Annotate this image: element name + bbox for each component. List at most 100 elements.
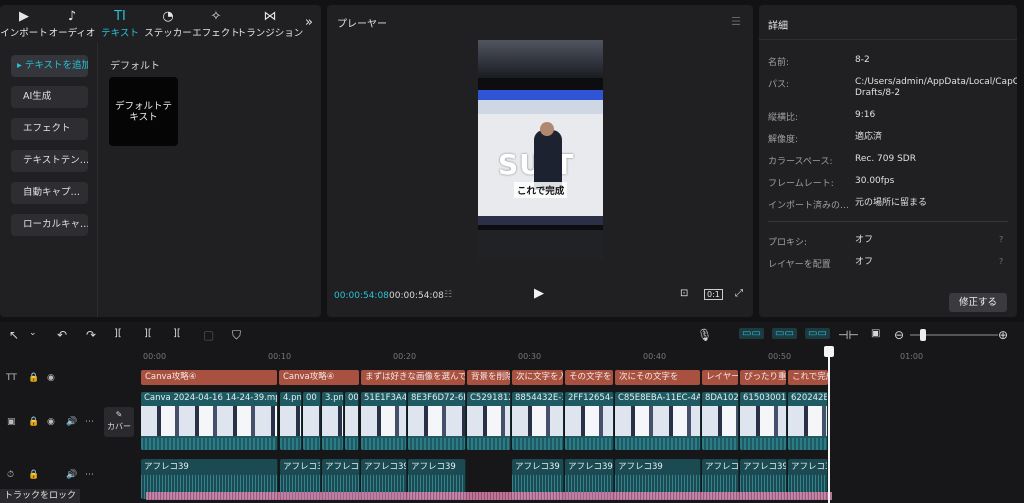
playhead-handle[interactable] — [824, 346, 834, 357]
redo-icon[interactable]: ↷ — [86, 328, 96, 342]
video-clip[interactable]: C5291812- — [467, 392, 511, 450]
eye-icon[interactable]: ◉ — [47, 417, 55, 427]
delete-icon[interactable]: ▢ — [203, 328, 214, 342]
side-item-text-template[interactable]: テキストテン… — [11, 150, 88, 172]
play-button[interactable]: ▶ — [534, 286, 544, 301]
side-item-auto-caption[interactable]: 自動キャプ… — [11, 182, 88, 204]
split-icon[interactable]: ][ — [114, 328, 122, 339]
video-clip[interactable]: C85E8EBA-11EC-4A2 — [615, 392, 701, 450]
text-clip[interactable]: まずは好きな画像を選んで — [361, 370, 465, 385]
link-icon[interactable]: ▭▭ — [772, 328, 797, 339]
text-clip[interactable]: その文字を — [565, 370, 613, 385]
text-clip[interactable]: これで完成 — [788, 370, 828, 385]
clip-wave — [361, 438, 406, 450]
tab-import[interactable]: ▶ インポート — [0, 5, 48, 41]
default-text-card[interactable]: デフォルトテキスト — [109, 77, 178, 146]
video-clip[interactable]: 2FF12654-B — [565, 392, 614, 450]
video-clip[interactable]: 61503001- — [740, 392, 787, 450]
video-clip[interactable]: 51E1F3A4 — [361, 392, 407, 450]
proxy-value[interactable]: オフ — [855, 235, 1005, 246]
undo-icon[interactable]: ↶ — [57, 328, 67, 342]
split-right-icon[interactable]: ][ — [173, 328, 181, 339]
split-axis-icon[interactable]: ⊣⊢ — [838, 328, 859, 342]
screen-bar — [478, 90, 603, 100]
mic-icon[interactable]: 🎙 — [697, 328, 712, 342]
clip-thumbs — [565, 406, 613, 436]
clip-label: 3.png — [325, 393, 344, 403]
video-caption: これで完成 — [514, 182, 568, 198]
fullscreen-icon[interactable]: ⤢ — [735, 288, 743, 299]
eye-icon[interactable]: ◉ — [47, 373, 55, 383]
video-clip[interactable]: 8854432E-1( — [512, 392, 564, 450]
player-title: プレーヤー — [337, 19, 387, 30]
video-clip[interactable]: 4.png — [280, 392, 302, 450]
modify-button[interactable]: 修正する — [949, 293, 1007, 312]
music-waveform[interactable] — [146, 492, 832, 500]
marker-icon[interactable]: ⛉ — [232, 328, 241, 343]
tab-effect[interactable]: ✧ エフェクト — [192, 5, 240, 41]
detail-label: フレームレート: — [768, 179, 834, 189]
zoom-out-icon[interactable]: ⊖ — [894, 328, 904, 342]
cover-label: カバー — [107, 422, 131, 431]
lock-icon[interactable]: 🔒 — [28, 373, 39, 383]
side-item-local-caption[interactable]: ローカルキャ… — [11, 214, 88, 236]
volume-icon[interactable]: 🔊 — [66, 417, 77, 427]
video-clip[interactable]: 00 — [345, 392, 359, 450]
volume-icon[interactable]: 🔊 — [66, 470, 77, 480]
side-item-add-text[interactable]: ▸ テキストを追加 — [11, 55, 88, 77]
preview-axis-icon[interactable]: ▭▭ — [805, 328, 830, 339]
text-clip[interactable]: 次にその文字を — [615, 370, 700, 385]
more-icon[interactable]: ⋯ — [85, 417, 94, 427]
clip-wave — [565, 438, 613, 450]
video-clip[interactable]: 620242B0 — [788, 392, 828, 450]
chevron-down-icon[interactable]: ⌄ — [29, 328, 37, 338]
lock-icon[interactable]: 🔒 — [28, 470, 39, 480]
playhead[interactable] — [828, 348, 830, 503]
tab-sticker[interactable]: ◔ ステッカー — [144, 5, 192, 41]
lock-icon[interactable]: 🔒 — [28, 417, 39, 427]
clip-thumbs — [615, 406, 700, 436]
text-clip[interactable]: Canva攻略④ — [141, 370, 277, 385]
layer-value[interactable]: オフ — [855, 257, 1005, 268]
split-left-icon[interactable]: ][ — [144, 328, 152, 339]
tab-transition[interactable]: ⋈ トランジション — [237, 5, 304, 41]
more-tabs-icon[interactable]: » — [305, 15, 313, 30]
detail-value: 30.00fps — [855, 176, 895, 186]
tab-text[interactable]: TI テキスト — [96, 5, 144, 41]
clip-label: 2FF12654-B — [568, 393, 614, 403]
timeline-mini-icon[interactable]: ☷ — [444, 290, 452, 300]
video-clip[interactable]: 3.png — [322, 392, 344, 450]
text-clip[interactable]: 次に文字を入 — [512, 370, 563, 385]
text-clip[interactable]: レイヤー — [702, 370, 738, 385]
video-clip[interactable]: 8E3F6D72-6D — [408, 392, 466, 450]
text-clip[interactable]: Canva攻略④ — [279, 370, 359, 385]
cover-button[interactable]: ✎ カバー — [104, 407, 134, 437]
text-clip[interactable]: 背景を削除 — [467, 370, 510, 385]
help-icon[interactable]: ? — [999, 235, 1003, 244]
ratio-button[interactable]: 0:1 — [704, 289, 723, 300]
detail-label: カラースペース: — [768, 157, 833, 167]
side-item-effect[interactable]: エフェクト — [11, 118, 88, 140]
text-clip[interactable]: ぴったり重 — [740, 370, 786, 385]
fit-view-icon[interactable]: ⊡ — [680, 288, 688, 299]
zoom-in-icon[interactable]: ⊕ — [998, 328, 1008, 342]
clip-thumbs — [740, 406, 786, 436]
video-clip[interactable]: Canva 2024-04-16 14-24-39.mp4 — [141, 392, 278, 450]
side-item-ai-generate[interactable]: AI生成 — [11, 86, 88, 108]
clip-label: アフレコ39 — [791, 462, 827, 472]
detail-label: 縦横比: — [768, 113, 799, 123]
caret-right-icon: ▸ — [17, 60, 22, 71]
select-tool-icon[interactable]: ↖ — [9, 328, 19, 342]
menu-icon[interactable]: ☰ — [731, 15, 741, 28]
ruler-tick: 00:20 — [393, 352, 417, 361]
video-clip[interactable]: 00 — [303, 392, 321, 450]
more-icon[interactable]: ⋯ — [85, 470, 94, 480]
tab-label: トランジション — [236, 28, 304, 39]
zoom-slider-handle[interactable] — [920, 329, 926, 341]
time-ruler[interactable]: 00:00 00:10 00:20 00:30 00:40 00:50 01:0… — [140, 349, 1024, 363]
video-clip[interactable]: 8DA1028 — [702, 392, 739, 450]
tab-audio[interactable]: ♪ オーディオ — [48, 5, 96, 41]
magnet-icon[interactable]: ▭▭ — [739, 328, 764, 339]
caption-icon[interactable]: ▣ — [871, 328, 880, 339]
help-icon[interactable]: ? — [999, 257, 1003, 266]
